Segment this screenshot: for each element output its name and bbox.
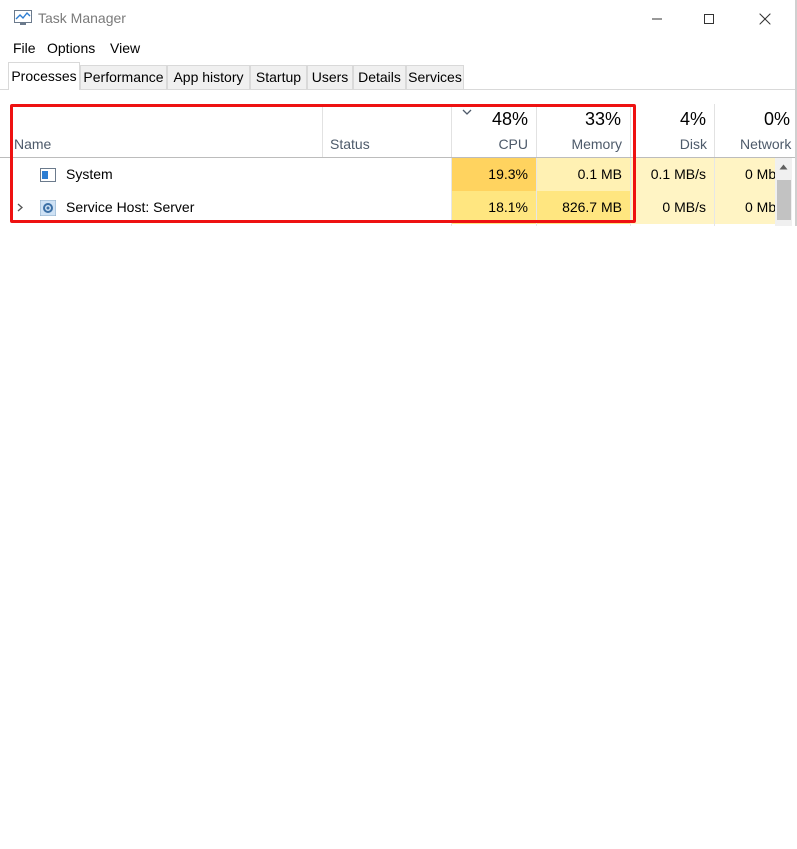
- tab-strip: Processes Performance App history Startu…: [0, 62, 797, 90]
- process-network: 0 Mbps: [715, 158, 775, 191]
- process-network: 0 Mbps: [715, 191, 775, 224]
- menu-file[interactable]: File: [13, 40, 36, 56]
- tab-startup[interactable]: Startup: [250, 65, 307, 89]
- network-total-percent[interactable]: 0%: [737, 109, 790, 130]
- process-status: [322, 158, 451, 191]
- process-disk: 0.1 MB/s: [631, 158, 714, 191]
- grid-line: [451, 158, 452, 226]
- menu-bar: File Options View: [0, 37, 797, 59]
- close-icon: [759, 13, 771, 24]
- tab-performance[interactable]: Performance: [80, 65, 167, 89]
- process-status: [322, 191, 451, 224]
- memory-total-percent[interactable]: 33%: [537, 109, 621, 130]
- process-cpu: 18.1%: [451, 191, 536, 224]
- minimize-icon: [652, 18, 662, 19]
- tab-users[interactable]: Users: [307, 65, 353, 89]
- window-title: Task Manager: [38, 10, 126, 26]
- process-memory: 826.7 MB: [537, 191, 630, 224]
- task-manager-window: Task Manager File Options View Processes…: [0, 0, 797, 226]
- process-name: Service Host: Server: [66, 199, 195, 215]
- menu-options[interactable]: Options: [47, 40, 95, 56]
- process-cpu: 19.3%: [451, 158, 536, 191]
- tab-services[interactable]: Services: [406, 65, 464, 89]
- grid-line: [630, 158, 631, 226]
- column-header-row: Name Status 48% CPU 33% Memory 4% Disk 0…: [0, 90, 797, 157]
- column-cpu[interactable]: CPU: [451, 136, 528, 152]
- chevron-down-icon[interactable]: [462, 109, 472, 116]
- process-disk: 0 MB/s: [631, 191, 714, 224]
- process-memory: 0.1 MB: [537, 158, 630, 191]
- menu-view[interactable]: View: [110, 40, 140, 56]
- scroll-thumb[interactable]: [777, 180, 791, 220]
- close-button[interactable]: [737, 0, 793, 37]
- scroll-up-icon[interactable]: [779, 164, 788, 170]
- disk-total-percent[interactable]: 4%: [631, 109, 706, 130]
- gear-icon: [40, 200, 56, 216]
- grid-line: [536, 158, 537, 226]
- task-manager-icon: [14, 10, 32, 25]
- tab-app-history[interactable]: App history: [167, 65, 250, 89]
- maximize-button[interactable]: [681, 0, 737, 37]
- minimize-button[interactable]: [629, 0, 685, 37]
- system-window-icon: [40, 168, 56, 182]
- column-memory[interactable]: Memory: [537, 136, 622, 152]
- maximize-icon: [704, 13, 714, 24]
- grid-line: [714, 158, 715, 226]
- title-bar[interactable]: Task Manager: [0, 0, 797, 37]
- vertical-scrollbar[interactable]: [775, 158, 792, 226]
- process-row-service-host-server[interactable]: Service Host: Server 18.1% 826.7 MB 0 MB…: [0, 191, 775, 224]
- chevron-right-icon[interactable]: [16, 203, 24, 212]
- column-name[interactable]: Name: [14, 136, 51, 152]
- tab-details[interactable]: Details: [353, 65, 406, 89]
- process-row-system[interactable]: System 19.3% 0.1 MB 0.1 MB/s 0 Mbps: [0, 158, 775, 191]
- column-network[interactable]: Network: [740, 136, 791, 152]
- column-divider[interactable]: [714, 104, 715, 157]
- column-status[interactable]: Status: [330, 136, 370, 152]
- tab-processes[interactable]: Processes: [8, 62, 80, 90]
- column-disk[interactable]: Disk: [631, 136, 707, 152]
- column-divider[interactable]: [322, 104, 323, 157]
- process-name: System: [66, 166, 113, 182]
